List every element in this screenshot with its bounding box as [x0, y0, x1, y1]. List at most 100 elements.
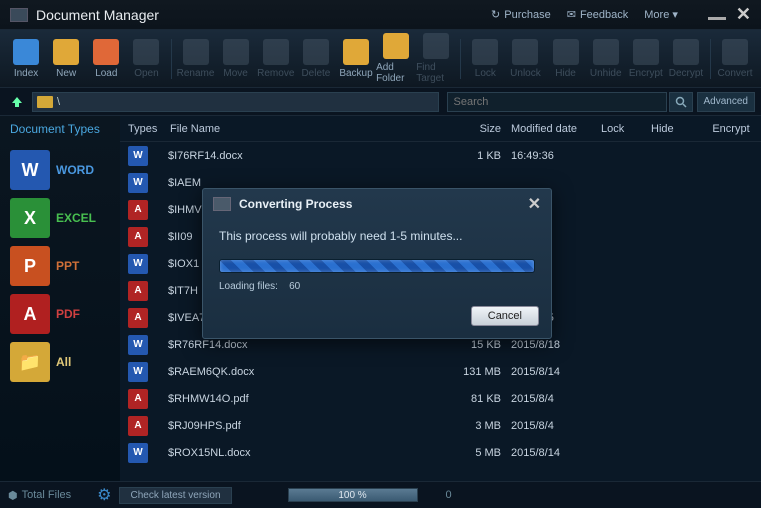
toolbar-new[interactable]: New [46, 39, 86, 79]
table-row[interactable]: W$RAEM6QK.docx131 MB2015/8/14 [120, 358, 761, 385]
unhide-icon [593, 39, 619, 65]
toolbar-add-folder[interactable]: Add Folder [376, 33, 416, 84]
file-name: $RJ09HPS.pdf [168, 420, 451, 432]
hide-icon [553, 39, 579, 65]
toolbar-index[interactable]: Index [6, 39, 46, 79]
sidebar-item-ppt[interactable]: PPPT [6, 242, 114, 290]
close-button[interactable]: ✕ [736, 4, 751, 25]
toolbar-delete: Delete [296, 39, 336, 79]
sidebar-item-all[interactable]: 📁All [6, 338, 114, 386]
status-progress: 100 % [288, 488, 418, 502]
remove-icon [263, 39, 289, 65]
sidebar-title: Document Types [6, 122, 114, 136]
index-icon [13, 39, 39, 65]
toolbar-label: Remove [257, 68, 294, 79]
toolbar-label: Delete [301, 68, 330, 79]
unlock-icon [512, 39, 538, 65]
col-name[interactable]: File Name [170, 123, 451, 135]
toolbar-label: Decrypt [669, 68, 703, 79]
toolbar-separator [460, 39, 461, 79]
rename-icon [183, 39, 209, 65]
toolbar-label: Encrypt [629, 68, 663, 79]
file-date: 2015/8/18 [511, 339, 601, 351]
title-bar: Document Manager ↻ Purchase ✉ Feedback M… [0, 0, 761, 30]
ppt-icon: P [10, 246, 50, 286]
purchase-link[interactable]: ↻ Purchase [491, 8, 551, 21]
gear-icon[interactable]: ⚙ [97, 485, 111, 505]
pdf-file-icon: A [128, 389, 148, 409]
sidebar-item-word[interactable]: WWORD [6, 146, 114, 194]
cancel-button[interactable]: Cancel [471, 306, 539, 326]
modal-progress-bar [219, 259, 535, 273]
col-lock[interactable]: Lock [601, 123, 651, 135]
toolbar-open: Open [126, 39, 166, 79]
toolbar-label: Backup [339, 68, 372, 79]
sidebar-item-excel[interactable]: XEXCEL [6, 194, 114, 242]
total-files[interactable]: ⬢ Total Files [8, 489, 71, 502]
word-icon: W [10, 150, 50, 190]
toolbar-label: Rename [177, 68, 215, 79]
modal-icon [213, 197, 231, 211]
sidebar-item-pdf[interactable]: APDF [6, 290, 114, 338]
pdf-file-icon: A [128, 308, 148, 328]
toolbar-encrypt: Encrypt [626, 39, 666, 79]
file-size: 5 MB [451, 447, 511, 459]
word-file-icon: W [128, 335, 148, 355]
file-size: 1 KB [451, 150, 511, 162]
modal-close-button[interactable]: ✕ [528, 194, 541, 214]
table-row[interactable]: A $RJ09HPS.pdf3 MB2015/8/4 [120, 412, 761, 439]
move-icon [223, 39, 249, 65]
path-bar: \ Advanced [0, 88, 761, 116]
word-file-icon: W [128, 362, 148, 382]
toolbar-backup[interactable]: Backup [336, 39, 376, 79]
sidebar-item-label: PDF [56, 307, 80, 321]
path-box[interactable]: \ [32, 92, 439, 112]
toolbar-move: Move [216, 39, 256, 79]
toolbar-separator [171, 39, 172, 79]
toolbar-label: Move [223, 68, 247, 79]
modal-loading-value: 60 [289, 281, 300, 292]
toolbar-separator [710, 39, 711, 79]
toolbar-label: Unhide [590, 68, 622, 79]
add-folder-icon [383, 33, 409, 59]
titlebar-links: ↻ Purchase ✉ Feedback More ▾ [491, 8, 678, 21]
sidebar: Document Types WWORDXEXCELPPPTAPDF📁All [0, 116, 120, 481]
sidebar-item-label: EXCEL [56, 211, 96, 225]
status-progress-text: 100 % [289, 489, 417, 501]
toolbar-decrypt: Decrypt [666, 39, 706, 79]
feedback-link[interactable]: ✉ Feedback [567, 8, 629, 21]
up-button[interactable] [6, 92, 28, 112]
status-count: 0 [446, 489, 452, 501]
col-hide[interactable]: Hide [651, 123, 701, 135]
col-types[interactable]: Types [128, 123, 170, 135]
toolbar: Index New LoadOpen Rename Move Remove Delete Ba… [0, 30, 761, 88]
file-size: 3 MB [451, 420, 511, 432]
file-date: 2015/8/14 [511, 366, 601, 378]
toolbar-convert: Convert [715, 39, 755, 79]
toolbar-remove: Remove [256, 39, 296, 79]
advanced-button[interactable]: Advanced [697, 92, 755, 112]
table-row[interactable]: W$ROX15NL.docx5 MB2015/8/14 [120, 439, 761, 466]
check-version-button[interactable]: Check latest version [119, 487, 231, 504]
table-row[interactable]: A$RHMW14O.pdf81 KB2015/8/4 [120, 385, 761, 412]
delete-icon [303, 39, 329, 65]
search-button[interactable] [669, 92, 693, 112]
minimize-button[interactable] [708, 17, 726, 20]
search-input[interactable] [447, 92, 667, 112]
modal-title-text: Converting Process [239, 197, 352, 211]
pdf-file-icon: A [128, 416, 148, 436]
file-date: 2015/8/4 [511, 420, 601, 432]
convert-icon [722, 39, 748, 65]
toolbar-load[interactable]: Load [86, 39, 126, 79]
load-icon [93, 39, 119, 65]
file-size: 131 MB [451, 366, 511, 378]
col-size[interactable]: Size [451, 123, 511, 135]
toolbar-label: New [56, 68, 76, 79]
modal-footer: Cancel [203, 306, 551, 338]
table-row[interactable]: W$I76RF14.docx1 KB16:49:36 [120, 142, 761, 169]
col-enc[interactable]: Encrypt [701, 123, 761, 135]
col-date[interactable]: Modified date [511, 123, 601, 135]
more-link[interactable]: More ▾ [644, 8, 678, 21]
all-icon: 📁 [10, 342, 50, 382]
toolbar-hide: Hide [546, 39, 586, 79]
